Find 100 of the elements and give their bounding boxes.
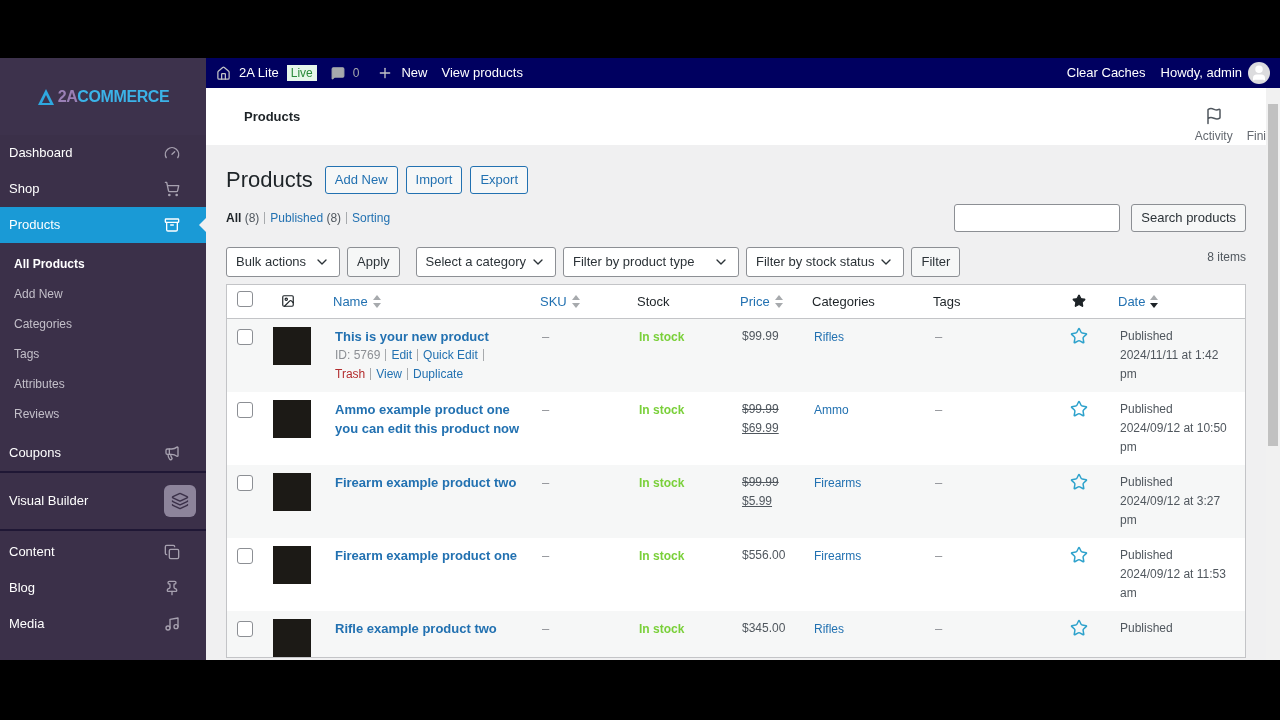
music-icon <box>164 616 180 632</box>
flag-icon <box>1204 107 1223 125</box>
sku-cell: – <box>542 474 550 490</box>
submenu-item[interactable]: Categories <box>0 309 206 339</box>
nav-item[interactable]: Media <box>0 606 206 642</box>
sale-price: $5.99 <box>742 493 773 508</box>
category-link[interactable]: Ammo <box>814 402 849 417</box>
category-link[interactable]: Firearms <box>814 548 862 563</box>
comment-count[interactable]: 0 <box>352 64 360 82</box>
howdy-link[interactable]: Howdy, admin <box>1160 63 1242 83</box>
sku-cell: – <box>542 401 550 417</box>
row-action-link[interactable]: Edit <box>391 347 413 362</box>
submenu-item[interactable]: All Products <box>0 249 206 279</box>
nav-item[interactable]: Shop <box>0 171 206 207</box>
header-action[interactable]: Activity <box>1194 105 1233 145</box>
filter-dropdown[interactable]: Filter by stock status <box>746 247 905 277</box>
submenu-item[interactable]: Tags <box>0 339 206 369</box>
checkbox[interactable] <box>237 620 253 637</box>
search-button[interactable]: Search products <box>1131 204 1246 232</box>
star-icon[interactable] <box>1070 545 1088 564</box>
view-filter-link[interactable]: All (8) <box>226 209 260 227</box>
view-filter-link[interactable]: Sorting <box>352 209 391 227</box>
home-icon[interactable] <box>216 65 231 81</box>
product-name-link[interactable]: This is your new product <box>335 326 526 346</box>
star-icon[interactable] <box>1070 472 1088 491</box>
stock-status: In stock <box>639 548 685 563</box>
view-filter-link[interactable]: Published (8) <box>270 209 342 227</box>
product-name-link[interactable]: Ammo example product one you can edit this product now <box>335 399 526 438</box>
product-name-link[interactable]: Rifle example product two <box>335 618 526 638</box>
checkbox[interactable] <box>237 401 253 418</box>
nav-item[interactable]: Dashboard <box>0 135 206 171</box>
column-sort-link[interactable]: Name <box>333 291 381 311</box>
photo-placeholder <box>273 618 311 657</box>
product-name-link[interactable]: Firearm example product two <box>335 472 526 492</box>
category-link[interactable]: Rifles <box>814 329 844 344</box>
photo-placeholder <box>273 399 311 438</box>
new-link[interactable]: New <box>401 63 428 83</box>
filter-dropdown[interactable]: Filter by product type <box>563 247 739 277</box>
product-id: ID: 5769 <box>335 347 381 362</box>
date-status: Published <box>1120 327 1174 345</box>
star-icon[interactable] <box>1070 618 1088 637</box>
sku-cell: – <box>542 620 550 636</box>
page-action-button[interactable]: Add New <box>324 165 398 194</box>
star-icon[interactable] <box>1070 399 1088 418</box>
cart-icon <box>164 181 180 197</box>
stock-status: In stock <box>639 402 685 417</box>
checkbox[interactable] <box>237 547 253 564</box>
clear-caches-link[interactable]: Clear Caches <box>1066 63 1146 83</box>
nav-item[interactable]: Blog <box>0 570 206 606</box>
regular-price: $99.99 <box>742 474 779 489</box>
stock-status: In stock <box>639 475 685 490</box>
logo-mark-icon <box>36 87 55 106</box>
filter-dropdown[interactable]: Select a category <box>415 247 556 277</box>
nav-item[interactable]: Content <box>0 534 206 570</box>
category-link[interactable]: Firearms <box>814 475 862 490</box>
live-badge: Live <box>286 65 317 81</box>
checkbox[interactable] <box>237 290 253 307</box>
page-action-button[interactable]: Export <box>470 165 528 194</box>
column-sort-link[interactable]: Price <box>740 291 783 311</box>
checkbox[interactable] <box>237 474 253 491</box>
checkbox[interactable] <box>237 328 253 345</box>
scrollbar[interactable] <box>1266 88 1280 660</box>
submenu-item[interactable]: Reviews <box>0 399 206 429</box>
page-action-button[interactable]: Import <box>405 165 463 194</box>
pages-icon <box>164 544 180 560</box>
category-link[interactable]: Rifles <box>814 621 844 636</box>
tags-cell: – <box>935 401 943 417</box>
nav-item[interactable]: Coupons <box>0 435 206 471</box>
date-status: Published <box>1120 546 1174 564</box>
column-sort-link[interactable]: Date <box>1118 291 1159 311</box>
apply-button[interactable]: Apply <box>347 247 400 277</box>
comment-icon[interactable] <box>330 66 345 80</box>
sort-arrows-icon <box>372 294 381 308</box>
site-link[interactable]: 2A Lite <box>239 63 279 83</box>
product-name-link[interactable]: Firearm example product one <box>335 545 526 565</box>
row-action-link[interactable]: Quick Edit <box>423 347 478 362</box>
avatar-icon[interactable] <box>1248 62 1270 84</box>
submenu-item[interactable]: Attributes <box>0 369 206 399</box>
row-action-link[interactable]: View <box>376 366 403 381</box>
bulk-actions-dropdown[interactable]: Bulk actions <box>226 247 340 277</box>
page-title: Products <box>226 166 313 194</box>
date-text: 2024/09/12 at 11:53 am <box>1120 565 1227 602</box>
photo-placeholder <box>273 545 311 584</box>
tags-cell: – <box>935 620 943 636</box>
regular-price: $99.99 <box>742 401 779 416</box>
nav-item[interactable]: Visual Builder <box>0 476 206 526</box>
view-products-link[interactable]: View products <box>441 63 523 83</box>
column-sort-link[interactable]: SKU <box>540 291 580 311</box>
filter-button[interactable]: Filter <box>911 247 961 277</box>
column-header: Tags <box>933 293 961 309</box>
photo-placeholder <box>273 326 311 365</box>
submenu-item[interactable]: Add New <box>0 279 206 309</box>
header-action[interactable]: Fini <box>1246 105 1266 145</box>
gauge-icon <box>164 145 180 161</box>
search-field[interactable] <box>954 204 1121 232</box>
pin-icon <box>164 580 180 596</box>
row-action-link[interactable]: Duplicate <box>413 366 464 381</box>
star-icon[interactable] <box>1070 326 1088 345</box>
row-action-link[interactable]: Trash <box>335 366 366 381</box>
sale-price: $69.99 <box>742 420 779 435</box>
